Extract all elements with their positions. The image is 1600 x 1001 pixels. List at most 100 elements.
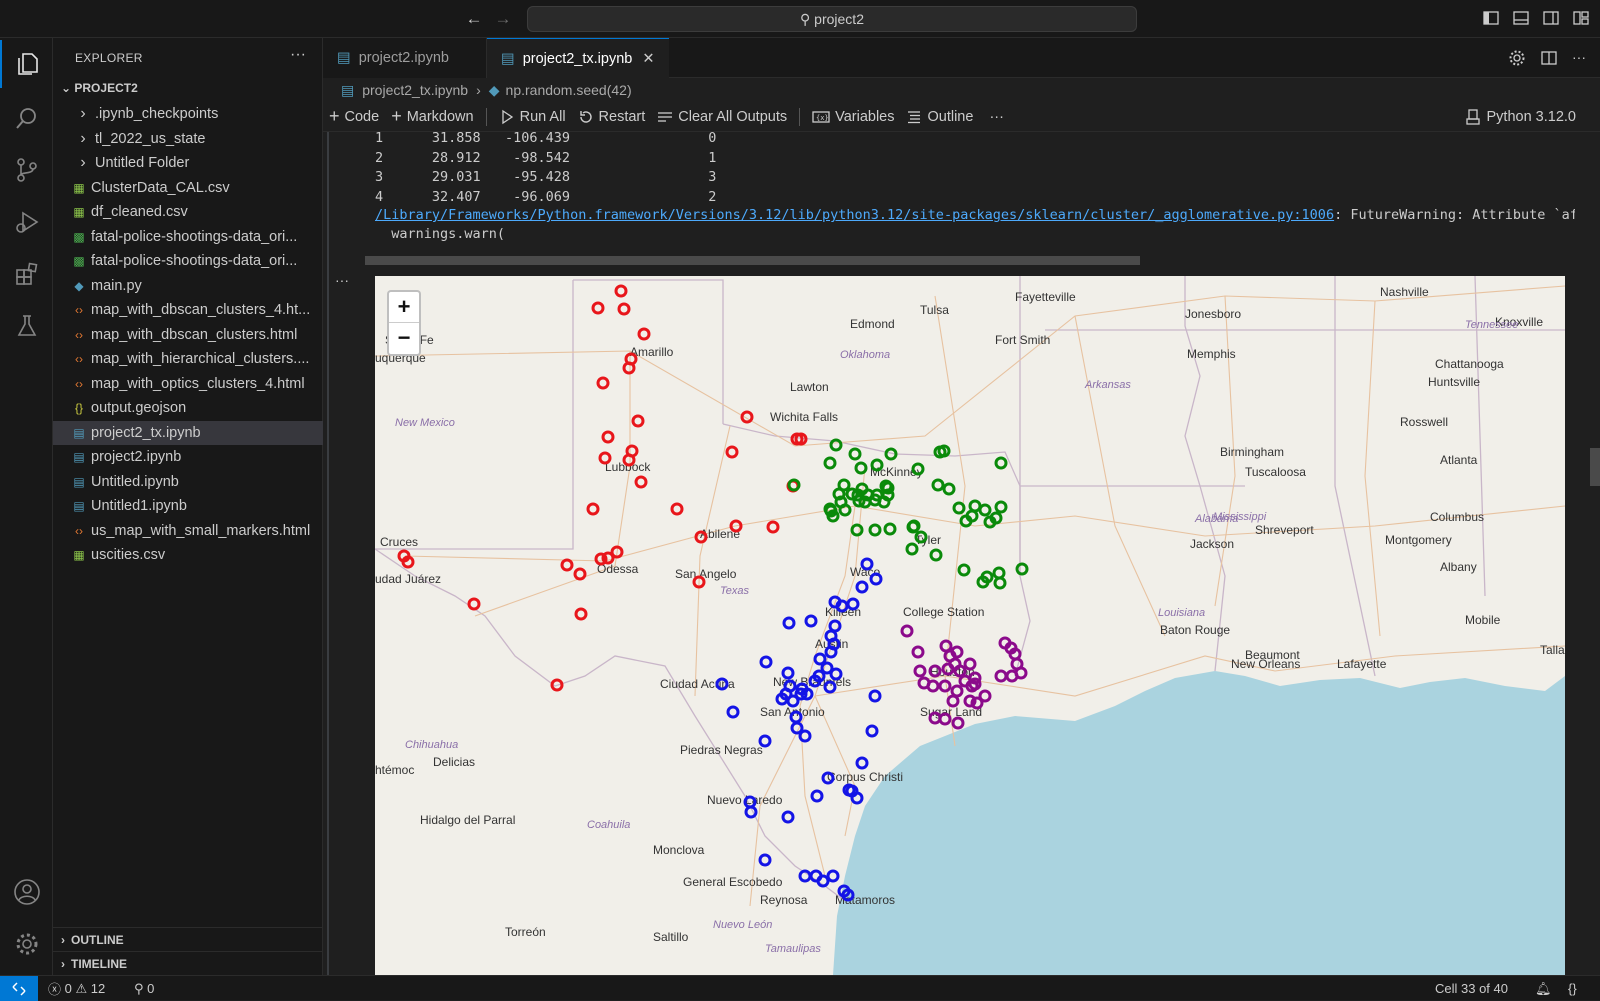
cluster-marker-green[interactable] [994,500,1008,514]
zoom-out-button[interactable]: − [389,323,419,354]
cluster-marker-red[interactable] [725,445,739,459]
cluster-marker-purple[interactable] [911,645,925,659]
cluster-marker-blue[interactable] [810,789,824,803]
tree-file[interactable]: ‹› map_with_dbscan_clusters.html [53,323,323,348]
cluster-marker-red[interactable] [598,451,612,465]
cluster-marker-blue[interactable] [781,810,795,824]
cluster-marker-red[interactable] [591,301,605,315]
cluster-marker-red[interactable] [586,502,600,516]
settings-gear-icon[interactable] [1508,49,1526,72]
cluster-marker-green[interactable] [929,548,943,562]
cluster-marker-red[interactable] [617,302,631,316]
cluster-marker-red[interactable] [740,410,754,424]
close-icon[interactable]: ✕ [642,51,654,67]
forward-arrow-icon[interactable]: → [492,8,514,30]
tree-folder[interactable]: › .ipynb_checkpoints [53,102,323,127]
project-root-folder[interactable]: ⌄ PROJECT2 [61,81,138,95]
cluster-marker-blue[interactable] [824,645,838,659]
cluster-marker-green[interactable] [952,501,966,515]
cluster-marker-purple[interactable] [938,679,952,693]
back-arrow-icon[interactable]: ← [463,8,485,30]
cluster-marker-purple[interactable] [951,716,965,730]
tree-file[interactable]: ‹› map_with_dbscan_clusters_4.ht... [53,298,323,323]
zoom-in-button[interactable]: + [389,292,419,323]
cluster-marker-green[interactable] [868,523,882,537]
remote-indicator-icon[interactable] [0,976,38,1001]
cluster-marker-red[interactable] [467,597,481,611]
tree-file[interactable]: ▤ project2.ipynb [53,445,323,470]
tree-file[interactable]: ▦ ClusterData_CAL.csv [53,176,323,201]
tree-file[interactable]: ‹› us_map_with_small_markers.html [53,519,323,544]
folium-map[interactable]: Tulsa Fayetteville Nashville Edmond Jonesbor… [375,276,1565,975]
cluster-marker-purple[interactable] [939,639,953,653]
ports-status[interactable]: ⚲ 0 [134,976,154,1001]
vertical-scrollbar[interactable] [1590,448,1600,486]
cell-position-status[interactable]: Cell 33 of 40 [1435,976,1508,1001]
cluster-marker-blue[interactable] [813,652,827,666]
tree-folder[interactable]: › tl_2022_us_state [53,127,323,152]
cluster-marker-blue[interactable] [758,853,772,867]
cluster-marker-red[interactable] [670,502,684,516]
cluster-marker-green[interactable] [993,576,1007,590]
cluster-marker-red[interactable] [614,284,628,298]
tree-file[interactable]: ‹› map_with_hierarchical_clusters.... [53,347,323,372]
tree-file[interactable]: ‹› map_with_optics_clusters_4.html [53,372,323,397]
cluster-marker-red[interactable] [622,361,636,375]
cluster-marker-blue[interactable] [816,874,830,888]
extensions-icon[interactable] [0,250,53,298]
tree-file[interactable]: ▤ project2_tx.ipynb [53,420,323,445]
customize-layout-icon[interactable] [1572,9,1590,27]
command-center-search[interactable]: ⚲ project2 [527,6,1137,32]
run-all-button[interactable]: Run All [499,109,566,125]
cluster-marker-purple[interactable] [970,696,984,710]
tree-file[interactable]: ▤ Untitled.ipynb [53,470,323,495]
timeline-section[interactable]: › TIMELINE [53,951,323,975]
warning-file-link[interactable]: /Library/Frameworks/Python.framework/Ver… [375,207,1334,223]
cluster-marker-blue[interactable] [869,572,883,586]
cluster-marker-purple[interactable] [946,694,960,708]
breadcrumb-symbol[interactable]: np.random.seed(42) [506,82,632,98]
tree-file[interactable]: ▦ df_cleaned.csv [53,200,323,225]
breadcrumb-file[interactable]: project2_tx.ipynb [362,82,468,98]
cluster-marker-blue[interactable] [865,724,879,738]
cluster-marker-green[interactable] [884,447,898,461]
toggle-panel-icon[interactable] [1512,9,1530,27]
problems-status[interactable]: ⓧ 0 ⚠ 12 [48,976,105,1001]
source-control-icon[interactable] [0,146,53,194]
cluster-marker-green[interactable] [931,478,945,492]
cluster-marker-blue[interactable] [798,729,812,743]
tree-file[interactable]: ◆ main.py [53,274,323,299]
cluster-marker-purple[interactable] [900,624,914,638]
cluster-marker-red[interactable] [401,555,415,569]
cluster-marker-green[interactable] [989,511,1003,525]
cluster-marker-red[interactable] [601,430,615,444]
cluster-marker-blue[interactable] [855,756,869,770]
cluster-marker-green[interactable] [787,478,801,492]
cluster-marker-blue[interactable] [804,614,818,628]
cluster-marker-blue[interactable] [726,705,740,719]
tree-file[interactable]: ▩ fatal-police-shootings-data_ori... [53,249,323,274]
notifications-bell-icon[interactable]: 🔔︎ [1535,976,1552,1001]
cluster-marker-green[interactable] [823,456,837,470]
clear-all-outputs-button[interactable]: Clear All Outputs [657,109,787,125]
map-canvas[interactable]: Tulsa Fayetteville Nashville Edmond Jonesbor… [375,276,1565,975]
cluster-marker-red[interactable] [634,475,648,489]
horizontal-scrollbar[interactable] [365,256,1140,265]
cluster-marker-purple[interactable] [926,679,940,693]
cluster-marker-green[interactable] [881,481,895,495]
outline-section[interactable]: › OUTLINE [53,927,323,951]
search-icon[interactable] [0,94,53,142]
cluster-marker-purple[interactable] [994,669,1008,683]
cluster-marker-purple[interactable] [950,684,964,698]
cluster-marker-red[interactable] [596,376,610,390]
cluster-marker-green[interactable] [992,566,1006,580]
cluster-marker-blue[interactable] [828,619,842,633]
explorer-icon[interactable] [0,40,53,88]
cluster-marker-purple[interactable] [1008,647,1022,661]
cluster-marker-green[interactable] [957,563,971,577]
cluster-marker-purple[interactable] [963,657,977,671]
cluster-marker-blue[interactable] [782,616,796,630]
manage-gear-icon[interactable] [0,920,53,968]
cluster-marker-red[interactable] [637,327,651,341]
more-actions-icon[interactable]: ··· [290,46,306,64]
